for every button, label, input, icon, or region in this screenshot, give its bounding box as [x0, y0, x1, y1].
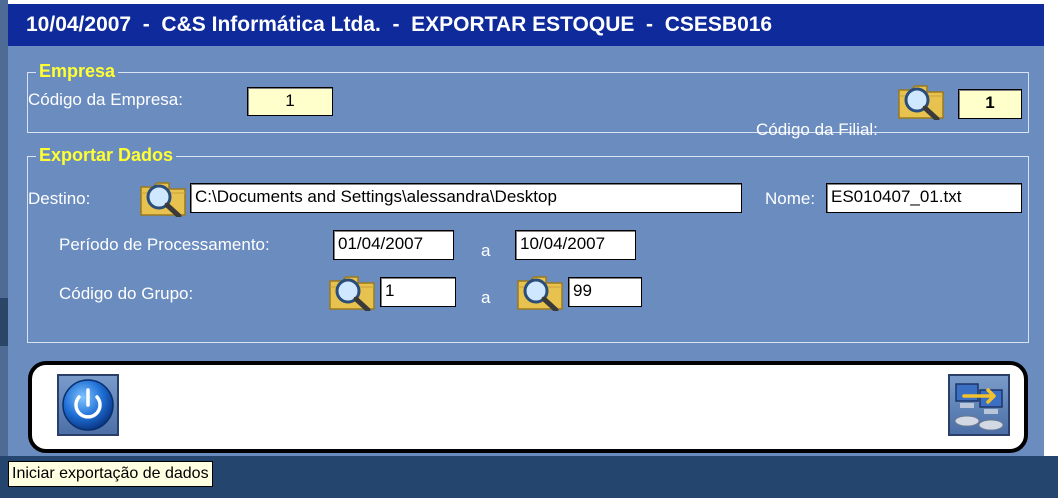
grupo-fim-folder-search-icon[interactable] [516, 271, 564, 311]
desktop-left-edge [0, 0, 8, 498]
exportar-group-title: Exportar Dados [36, 143, 177, 167]
grupo-inicio-folder-search-icon[interactable] [328, 271, 376, 311]
power-icon [62, 379, 114, 431]
grupo-fim-input[interactable]: 99 [568, 277, 642, 307]
export-transfer-icon [954, 383, 1004, 431]
codigo-filial-field[interactable]: 1 [958, 89, 1022, 119]
destino-folder-search-icon[interactable] [139, 177, 187, 217]
nome-input[interactable]: ES010407_01.txt [826, 183, 1022, 213]
periodo-fim-input[interactable]: 10/04/2007 [515, 230, 636, 260]
export-button[interactable] [948, 374, 1010, 436]
exit-button[interactable] [57, 374, 119, 436]
destino-label: Destino: [28, 189, 91, 208]
window-title: 10/04/2007 - C&S Informática Ltda. - EXP… [8, 4, 1044, 46]
grupo-inicio-input[interactable]: 1 [380, 277, 456, 307]
empresa-group-title: Empresa [36, 59, 119, 83]
codigo-empresa-field[interactable]: 1 [247, 87, 333, 116]
desktop-left-edge-dark [0, 298, 8, 346]
filial-folder-search-icon[interactable] [897, 80, 945, 120]
destino-input[interactable]: C:\Documents and Settings\alessandra\Des… [190, 183, 742, 213]
periodo-separator: a [481, 241, 491, 260]
periodo-inicio-input[interactable]: 01/04/2007 [333, 230, 454, 260]
periodo-label: Período de Processamento: [59, 235, 270, 254]
export-tooltip: Iniciar exportação de dados [8, 461, 213, 487]
grupo-label: Código do Grupo: [59, 284, 194, 303]
codigo-filial-label: Código da Filial: [756, 120, 878, 139]
grupo-separator: a [481, 288, 491, 307]
action-panel [28, 361, 1028, 453]
codigo-empresa-label: Código da Empresa: [28, 90, 183, 109]
nome-label: Nome: [765, 189, 816, 208]
